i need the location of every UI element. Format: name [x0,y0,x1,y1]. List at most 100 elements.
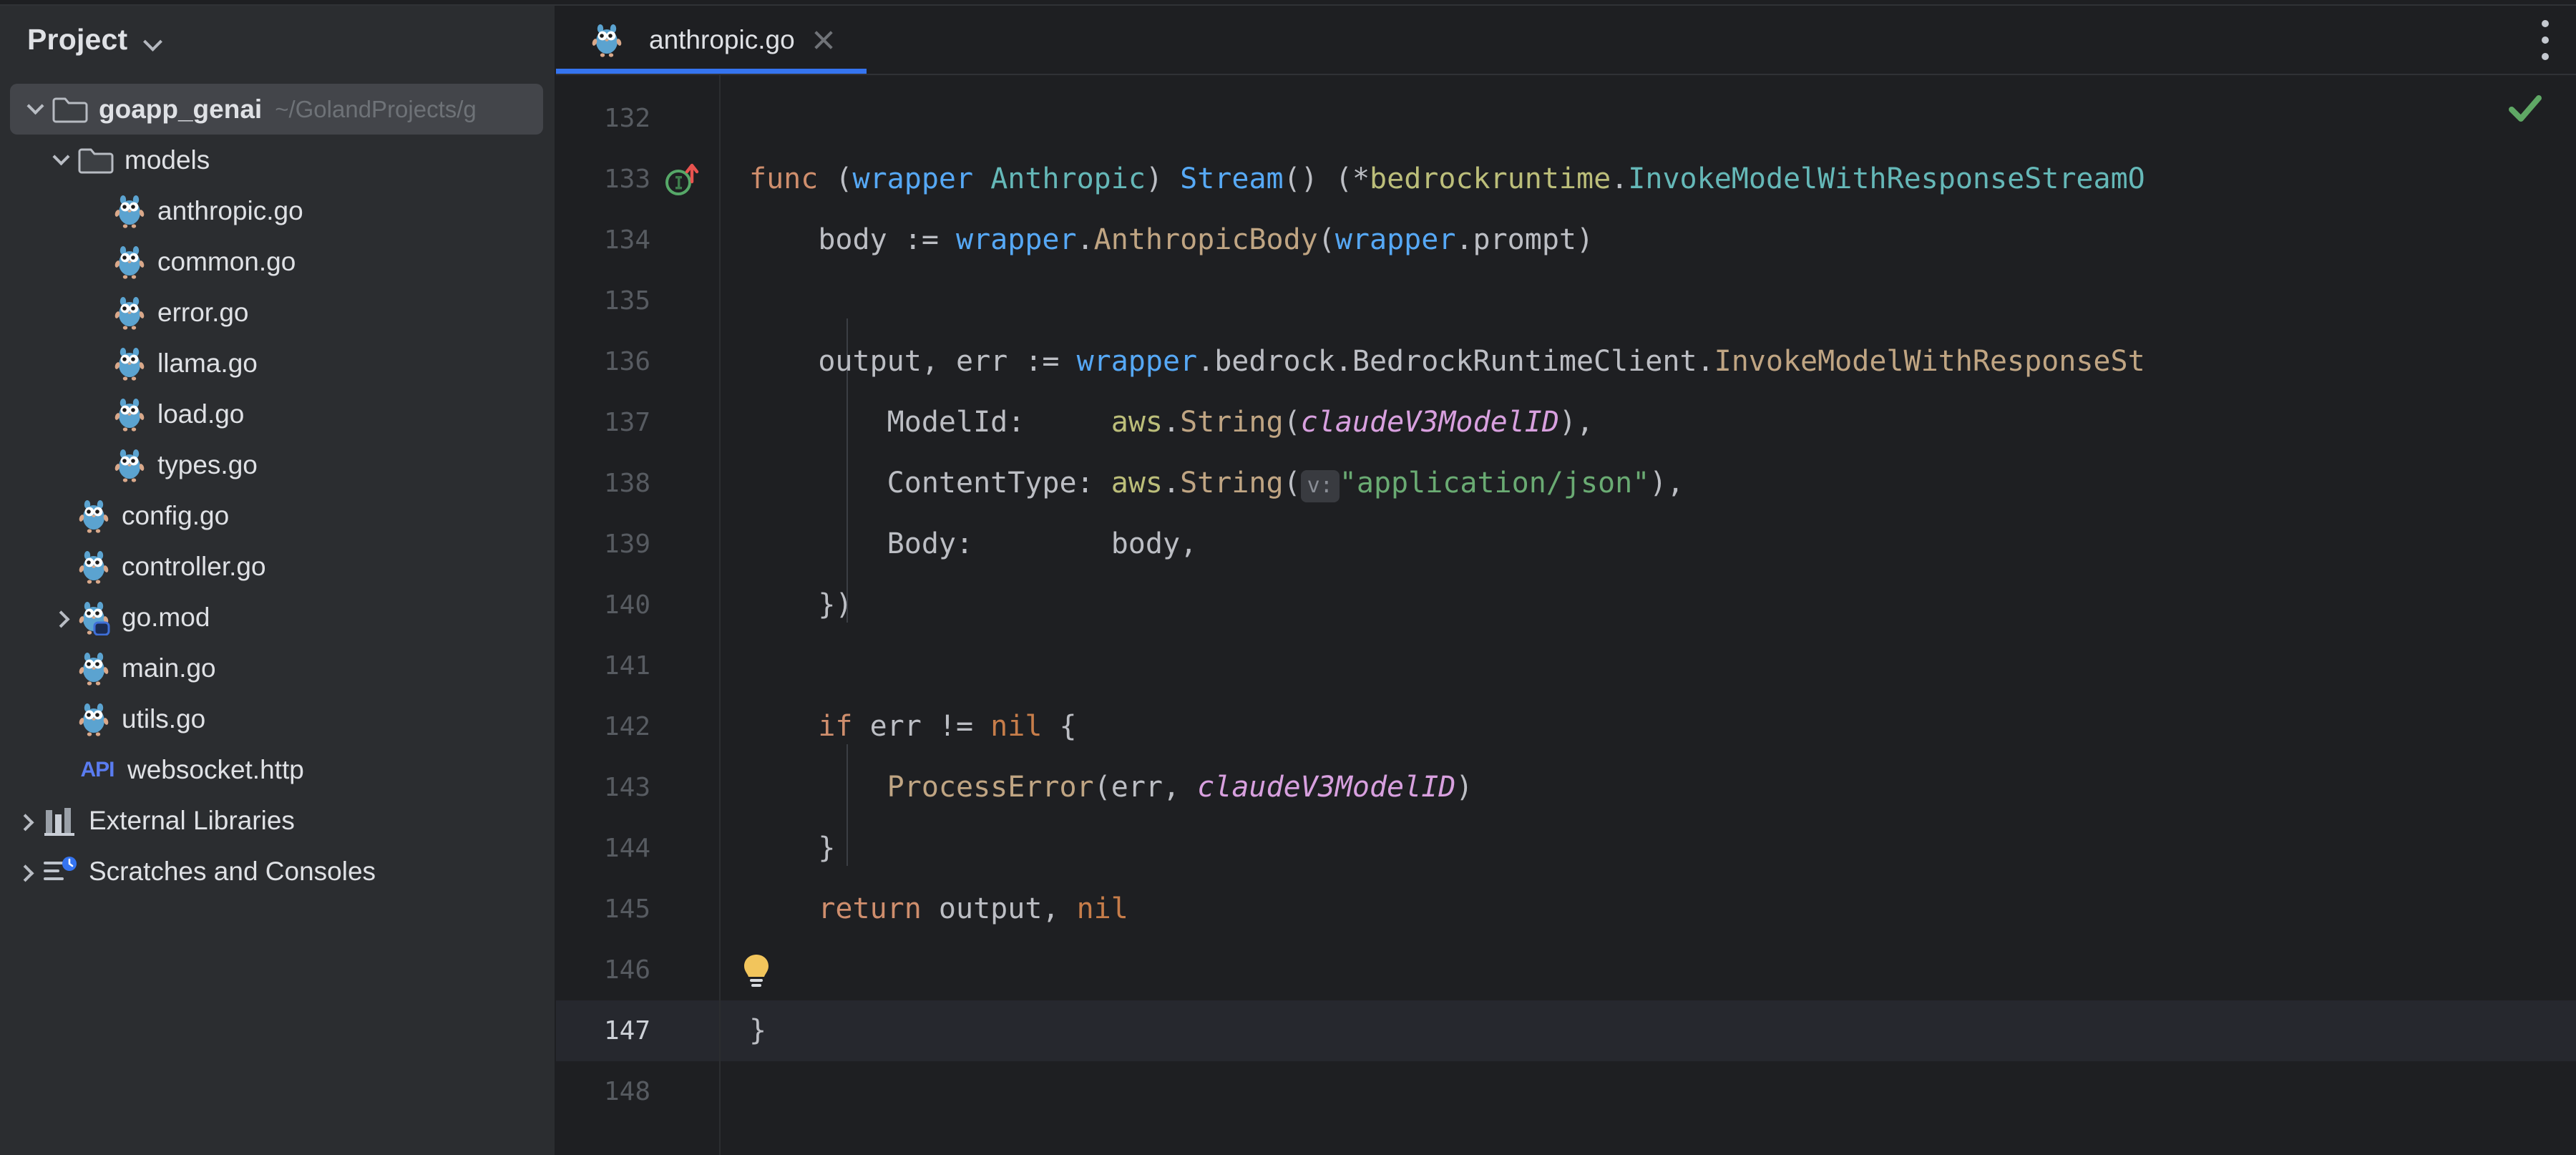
go-file-icon [113,244,146,280]
tree-item-label: load.go [157,399,245,429]
code-line[interactable]: body := wrapper.AnthropicBody(wrapper.pr… [721,210,1594,271]
line-number: 143 [603,773,650,802]
line-number: 134 [603,225,650,255]
code-line-row[interactable] [721,1061,2576,1122]
chevron-right-icon[interactable] [9,864,42,882]
tree-item-go-mod[interactable]: go.mod [0,592,555,643]
gutter-row[interactable]: 143 [556,757,719,818]
gutter-row[interactable]: 147 [556,1000,719,1061]
project-file-tree[interactable]: goapp_genai ~/GolandProjects/g models anthr… [0,74,555,897]
tree-item-websocket-http[interactable]: API websocket.http [0,744,555,795]
tab-bar-spacer [867,6,2514,74]
line-number: 133 [603,165,650,194]
editor-code-pane[interactable]: func (wrapper Anthropic) Stream() (*bedr… [721,75,2576,1155]
gutter-row[interactable]: 138 [556,453,719,514]
gutter-row[interactable]: 141 [556,635,719,696]
line-number: 136 [603,347,650,376]
code-line-row[interactable] [721,271,2576,331]
gutter-row[interactable]: 133 [556,149,719,210]
project-tool-window-header[interactable]: Project [0,6,555,74]
code-line[interactable]: ContentType: aws.String(v: "application/j… [721,453,1684,514]
code-line-row[interactable] [721,575,2576,635]
gutter-row[interactable]: 132 [556,88,719,149]
gutter-row[interactable]: 134 [556,210,719,271]
tree-item-main-go[interactable]: main.go [0,643,555,693]
code-line[interactable] [721,271,749,331]
code-line[interactable]: ProcessError(err, claudeV3ModelID) [721,757,1473,818]
gutter-row[interactable]: 139 [556,514,719,575]
code-token: Anthropic [990,162,1146,195]
code-token: AnthropicBody [1093,223,1318,256]
code-line[interactable]: }) [721,575,852,635]
tree-item-external-libraries[interactable]: External Libraries [0,795,555,846]
tree-item-load-go[interactable]: load.go [0,389,555,439]
code-line[interactable] [721,88,749,149]
code-line[interactable]: ModelId: aws.String(claudeV3ModelID), [721,392,1594,453]
code-line[interactable]: } [721,818,835,879]
gutter-row[interactable]: 146 [556,940,719,1000]
tree-item-error-go[interactable]: error.go [0,287,555,338]
chevron-right-icon[interactable] [9,814,42,832]
code-token: output, err [749,345,1025,378]
close-icon[interactable] [809,26,838,54]
gutter-row[interactable]: 145 [556,879,719,940]
code-line[interactable] [721,635,749,696]
code-line[interactable]: output, err := wrapper.bedrock.BedrockRu… [721,331,2145,392]
code-line[interactable]: func (wrapper Anthropic) Stream() (*bedr… [721,149,2145,210]
code-line-row[interactable] [721,88,2576,149]
code-token: Body: body, [749,527,1198,560]
tree-item-label: Scratches and Consoles [89,856,376,886]
editor-gutter[interactable]: 132 133 134 135 136 137 138 139 140 141 142 143 144 1… [556,75,721,1155]
tab-anthropic-go[interactable]: anthropic.go [556,6,867,74]
twisty-placeholder [80,357,113,369]
gutter-row[interactable]: 137 [556,392,719,453]
code-token: .prompt) [1455,223,1594,256]
tree-item-label: anthropic.go [157,195,303,225]
chevron-down-icon[interactable] [44,148,77,166]
tree-item-models[interactable]: models [0,135,555,185]
tree-item-scratches-and-consoles[interactable]: Scratches and Consoles [0,846,555,897]
tree-item-label: models [125,145,210,175]
code-editor[interactable]: 132 133 134 135 136 137 138 139 140 141 142 143 144 1… [556,75,2576,1155]
chevron-down-icon[interactable] [19,97,52,115]
tree-item-types-go[interactable]: types.go [0,439,555,490]
code-line[interactable]: Body: body, [721,514,1197,575]
tree-item-label: go.mod [122,602,210,632]
tree-item-common-go[interactable]: common.go [0,236,555,287]
chevron-right-icon[interactable] [44,610,77,628]
code-token: return [818,892,922,925]
code-token: wrapper [1076,345,1198,378]
code-line[interactable] [721,940,749,1000]
gutter-row[interactable]: 148 [556,1061,719,1122]
code-line-row[interactable] [721,940,2576,1000]
code-line-row[interactable] [721,818,2576,879]
gutter-row[interactable]: 136 [556,331,719,392]
tree-item-label: common.go [157,246,296,276]
kebab-menu-icon[interactable] [2514,6,2576,74]
chevron-down-icon[interactable] [143,29,165,51]
gutter-row[interactable]: 140 [556,575,719,635]
tree-item-anthropic-go[interactable]: anthropic.go [0,185,555,236]
check-icon[interactable] [2504,88,2546,130]
implemented-method-icon[interactable] [662,159,705,202]
code-line[interactable]: return output, nil [721,879,1128,940]
gutter-row[interactable]: 144 [556,818,719,879]
gutter-row[interactable]: 142 [556,696,719,757]
tree-item-utils-go[interactable]: utils.go [0,693,555,744]
tree-item-config-go[interactable]: config.go [0,490,555,541]
gutter-row[interactable]: 135 [556,271,719,331]
code-line-row[interactable] [721,1000,2576,1061]
code-line[interactable]: } [721,1000,766,1061]
code-token: ModelId: [749,406,1111,439]
code-line-row[interactable] [721,635,2576,696]
code-line[interactable]: if err != nil { [721,696,1076,757]
tree-item-llama-go[interactable]: llama.go [0,338,555,389]
tree-item-goapp-genai[interactable]: goapp_genai ~/GolandProjects/g [10,84,543,135]
tree-item-controller-go[interactable]: controller.go [0,541,555,592]
code-line[interactable] [721,1061,749,1122]
tree-item-label: llama.go [157,348,258,378]
inspection-status-strip[interactable] [2509,75,2576,1155]
code-token: ( [1093,771,1111,804]
